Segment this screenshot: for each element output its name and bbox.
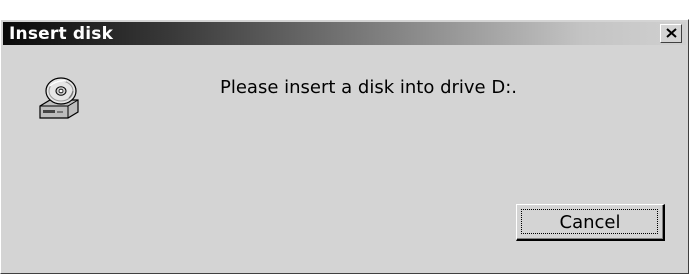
close-icon (665, 25, 677, 41)
cd-drive-icon (36, 74, 82, 120)
cancel-button[interactable]: Cancel (516, 204, 665, 241)
dialog-titlebar[interactable]: Insert disk (3, 22, 686, 45)
close-button[interactable] (660, 24, 682, 43)
dialog-message: Please insert a disk into drive D:. (220, 77, 517, 98)
cancel-button-label: Cancel (559, 211, 621, 233)
dialog-title: Insert disk (9, 24, 114, 44)
